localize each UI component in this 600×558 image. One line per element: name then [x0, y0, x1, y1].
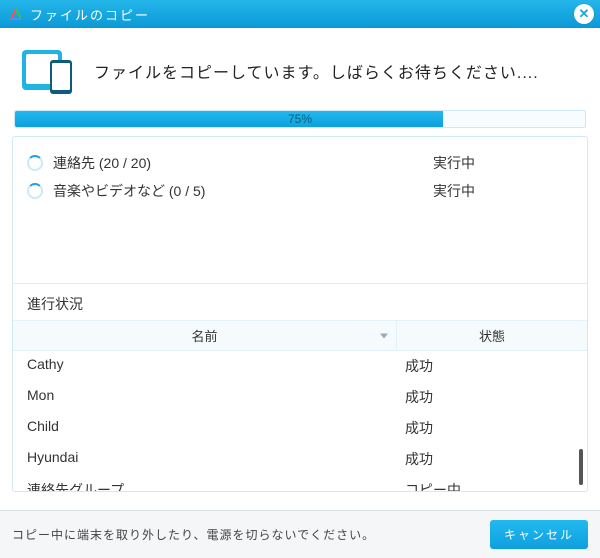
devices-icon: [16, 48, 76, 94]
column-name-label: 名前: [191, 329, 217, 344]
table-header: 名前 状態: [13, 320, 587, 351]
cell-status: 成功: [397, 449, 587, 469]
cell-name: 連絡先グループ: [13, 480, 397, 491]
sort-caret-icon: [380, 333, 388, 338]
task-row: 連絡先 (20 / 20) 実行中: [27, 149, 573, 177]
progress-table: 名前 状態 Cathy 成功 Mon 成功 Child 成功: [13, 320, 587, 491]
column-name-header[interactable]: 名前: [13, 321, 397, 350]
close-button[interactable]: ✕: [574, 4, 594, 24]
spinner-icon: [27, 183, 43, 199]
task-name: 音楽やビデオなど (0 / 5): [53, 181, 433, 201]
page-heading: ファイルをコピーしています。しばらくお待ちください....: [94, 59, 539, 83]
table-body[interactable]: Cathy 成功 Mon 成功 Child 成功 Hyundai 成功 連絡先グ…: [13, 351, 587, 491]
task-row: 音楽やビデオなど (0 / 5) 実行中: [27, 177, 573, 205]
cell-status: 成功: [397, 418, 587, 438]
progress-bar: 75%: [14, 110, 586, 128]
app-icon: [8, 6, 24, 22]
cell-status: 成功: [397, 387, 587, 407]
cell-status: 成功: [397, 356, 587, 376]
cell-name: Mon: [13, 387, 397, 407]
progress-label: 75%: [15, 111, 585, 127]
close-icon: ✕: [579, 6, 590, 22]
cell-status: コピー中: [397, 480, 587, 491]
column-status-label: 状態: [479, 329, 505, 344]
window-title: ファイルのコピー: [30, 5, 574, 24]
content-area: ファイルをコピーしています。しばらくお待ちください.... 75% 連絡先 (2…: [0, 28, 600, 492]
task-name: 連絡先 (20 / 20): [53, 153, 433, 173]
titlebar: ファイルのコピー ✕: [0, 0, 600, 28]
scrollbar-thumb[interactable]: [579, 449, 583, 485]
column-status-header[interactable]: 状態: [397, 321, 587, 350]
table-row: Cathy 成功: [13, 351, 587, 382]
cell-name: Cathy: [13, 356, 397, 376]
table-row: Mon 成功: [13, 382, 587, 413]
header-row: ファイルをコピーしています。しばらくお待ちください....: [12, 38, 588, 110]
cancel-button[interactable]: キャンセル: [490, 520, 588, 549]
task-status: 実行中: [433, 153, 573, 173]
task-status: 実行中: [433, 181, 573, 201]
section-title: 進行状況: [13, 284, 587, 320]
cell-name: Hyundai: [13, 449, 397, 469]
spinner-icon: [27, 155, 43, 171]
footer: コピー中に端末を取り外したり、電源を切らないでください。 キャンセル: [0, 510, 600, 558]
tasks-list: 連絡先 (20 / 20) 実行中 音楽やビデオなど (0 / 5) 実行中: [13, 137, 587, 283]
footer-message: コピー中に端末を取り外したり、電源を切らないでください。: [12, 526, 490, 544]
details-panel: 連絡先 (20 / 20) 実行中 音楽やビデオなど (0 / 5) 実行中 進…: [12, 136, 588, 492]
cell-name: Child: [13, 418, 397, 438]
table-row: Hyundai 成功: [13, 444, 587, 475]
table-row: Child 成功: [13, 413, 587, 444]
table-row: 連絡先グループ コピー中: [13, 475, 587, 491]
